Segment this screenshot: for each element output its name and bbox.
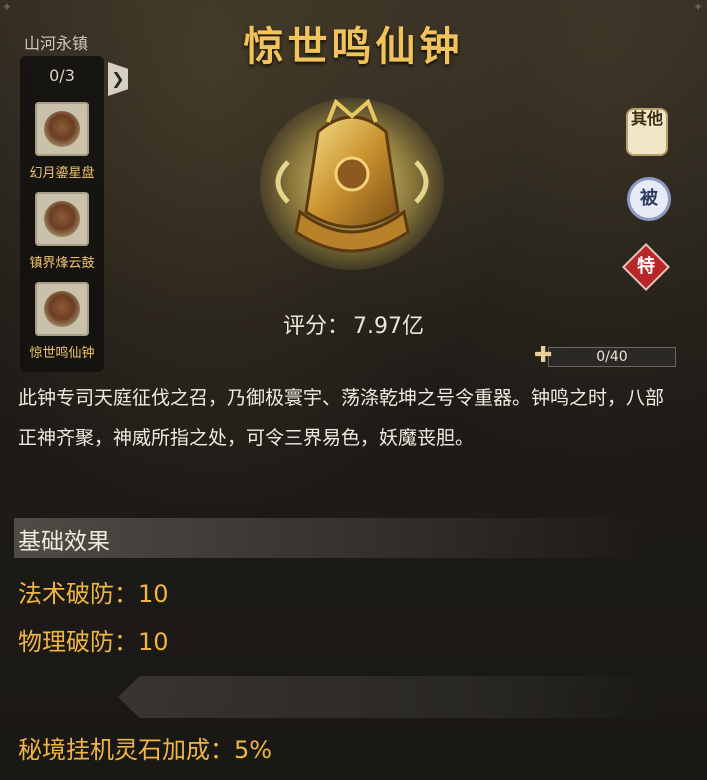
set-name: 山河永镇 bbox=[24, 34, 89, 53]
score-label: 评分： bbox=[282, 314, 349, 339]
set-item-label: 镇界烽云鼓 bbox=[29, 256, 95, 271]
cloud-drum-icon bbox=[35, 192, 89, 246]
puzzle-icon: ✚ bbox=[534, 343, 553, 368]
item-title: 惊世鸣仙钟 bbox=[243, 24, 464, 70]
divider bbox=[118, 676, 658, 718]
fragment-progress: 0/40 ✚ bbox=[534, 343, 676, 369]
section-header: 基础效果 bbox=[14, 518, 644, 558]
corner-ornament-icon: ✦ bbox=[2, 0, 13, 14]
fragment-count: 0/40 bbox=[596, 349, 628, 365]
bell-icon bbox=[260, 98, 444, 270]
corner-ornament-icon: ✦ bbox=[692, 0, 703, 14]
score: 评分： 7.97亿 bbox=[0, 308, 707, 340]
fragment-bar: 0/40 bbox=[548, 347, 676, 367]
bonus-stat: 秘境挂机灵石加成：5% bbox=[18, 736, 273, 764]
star-disc-icon bbox=[35, 102, 89, 156]
set-item-label: 幻月鎏星盘 bbox=[29, 166, 95, 181]
stat-physical-pierce: 物理破防：10 bbox=[18, 628, 169, 656]
passive-button[interactable]: 被 bbox=[630, 180, 668, 218]
other-button[interactable]: 其他 bbox=[628, 110, 666, 154]
stat-magic-pierce: 法术破防：10 bbox=[18, 580, 169, 608]
section-title: 基础效果 bbox=[18, 529, 110, 555]
set-count: 0/3 bbox=[49, 66, 75, 85]
item-description: 此钟专司天庭征伐之召，乃御极寰宇、荡涤乾坤之号令重器。钟鸣之时，八部正神齐聚，神… bbox=[18, 387, 665, 449]
set-item-label: 惊世鸣仙钟 bbox=[29, 346, 95, 361]
score-value: 7.97亿 bbox=[353, 314, 424, 339]
